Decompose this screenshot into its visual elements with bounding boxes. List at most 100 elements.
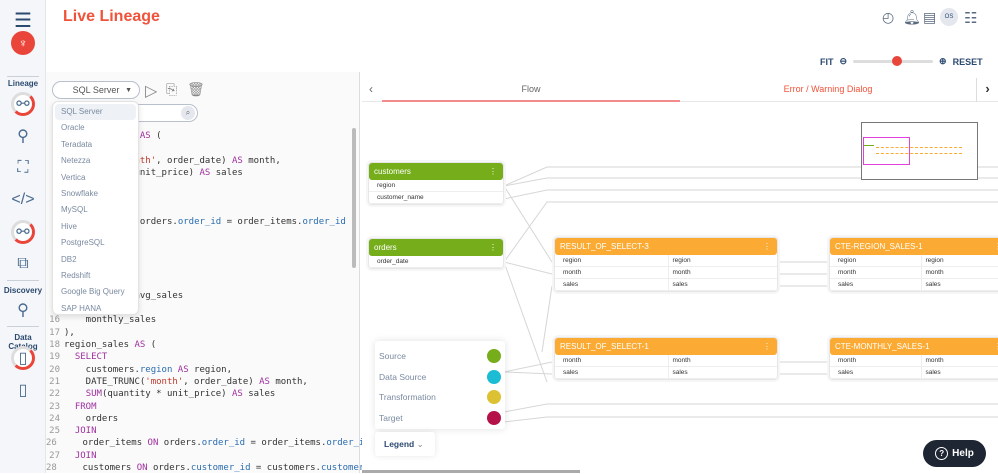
avatar[interactable]: OS [940, 8, 958, 26]
line-number: 19 [46, 351, 64, 363]
tabs-next-icon[interactable]: › [976, 78, 998, 102]
zoom-in-icon[interactable]: ⊕ [939, 56, 947, 67]
flow-nodes-icon[interactable]: ⧉ [11, 252, 35, 276]
code-line: 17), [46, 327, 352, 339]
copy-file-icon[interactable]: ⎘ [166, 81, 177, 98]
node-column: regionregion [555, 255, 777, 267]
zoom-out-icon[interactable]: ⊖ [840, 56, 848, 67]
dropdown-option[interactable]: Hive [53, 219, 138, 235]
legend-toggle-button[interactable]: Legend ⌄ [375, 432, 435, 456]
zoom-slider[interactable] [853, 60, 933, 63]
dropdown-option[interactable]: SAP HANA [53, 301, 138, 317]
legend-color-dot [487, 370, 501, 384]
dropdown-option[interactable]: MySQL [53, 202, 138, 218]
node-title: orders [374, 243, 397, 252]
line-number: 25 [46, 425, 64, 437]
book-icon[interactable]: ▯ [11, 378, 35, 402]
zoom-slider-handle[interactable] [892, 56, 902, 66]
column-source: region [563, 255, 668, 266]
node-menu-icon[interactable]: ⋮ [763, 238, 771, 255]
divider [7, 76, 39, 77]
node-menu-icon[interactable]: ⋮ [994, 238, 998, 255]
dropdown-option[interactable]: PostgreSQL [53, 235, 138, 251]
sidebar-section-discovery: Discovery [0, 286, 46, 295]
column-target: month [668, 267, 778, 278]
code-text: SUM(quantity * unit_price) AS sales [64, 388, 275, 400]
code-line: 24 orders [46, 413, 352, 425]
tab-error-warning-dialog[interactable]: Error / Warning Dialog [680, 78, 976, 102]
tab-flow[interactable]: Flow [382, 78, 680, 102]
node-result-of-select-3[interactable]: RESULT_OF_SELECT-3⋮regionregionmonthmont… [554, 237, 778, 292]
live-lineage-icon[interactable]: ⚯ [11, 220, 35, 244]
column-target: month [668, 355, 778, 366]
telescope-icon[interactable]: ⚲ [11, 298, 35, 322]
code-text: ), [64, 327, 75, 339]
dropdown-option[interactable]: DB2 [53, 252, 138, 268]
run-icon[interactable]: ▷ [145, 81, 157, 101]
column-source: sales [838, 279, 921, 290]
bell-icon[interactable]: 🔔︎ [903, 9, 921, 26]
history-icon[interactable]: ◴ [882, 9, 894, 26]
legend-color-dot [487, 390, 501, 404]
node-column: monthmonth [830, 267, 998, 279]
graph-nodes-icon[interactable]: ⚲ [11, 124, 35, 148]
chevron-down-icon: ▼ [125, 87, 132, 94]
dropdown-option[interactable]: Teradata [53, 137, 138, 153]
database-select[interactable]: SQL Server▼ [52, 81, 140, 99]
dropdown-option[interactable]: SQL Server [55, 104, 136, 120]
edge [504, 262, 552, 274]
minimap-viewport[interactable] [863, 137, 910, 165]
node-result-of-select-1[interactable]: RESULT_OF_SELECT-1⋮monthmonthsalessales [554, 337, 778, 380]
code-text: customers.region AS region, [64, 364, 232, 376]
minimap[interactable] [861, 122, 978, 180]
column-source: sales [563, 367, 668, 378]
line-number: 28 [46, 462, 61, 474]
node-cte-region-sales-1[interactable]: CTE-REGION_SALES-1⋮regionregionmonthmont… [829, 237, 998, 292]
hierarchy-icon[interactable]: ⛶ [11, 156, 35, 180]
node-title: RESULT_OF_SELECT-1 [560, 342, 649, 351]
dropdown-option[interactable]: Google Big Query [53, 284, 138, 300]
fit-button[interactable]: FIT [820, 57, 834, 67]
node-menu-icon[interactable]: ⋮ [763, 338, 771, 355]
data-catalog-icon[interactable]: ▯ [11, 346, 35, 370]
dropdown-option[interactable]: Netezza [53, 153, 138, 169]
node-cte-monthly-sales-1[interactable]: CTE-MONTHLY_SALES-1⋮monthmonthsalessales [829, 337, 998, 380]
code-line: 20 customers.region AS region, [46, 364, 352, 376]
tabs-prev-icon[interactable]: ‹ [362, 78, 380, 102]
notebook-icon[interactable]: ▤ [923, 9, 936, 26]
code-icon[interactable]: </> [11, 188, 35, 212]
node-customers[interactable]: customers⋮ region customer_name [368, 162, 504, 205]
code-line: 23 FROM [46, 401, 352, 413]
node-menu-icon[interactable]: ⋮ [489, 239, 497, 256]
column-name: region [377, 180, 503, 191]
list-menu-icon[interactable]: ☷ [964, 9, 977, 27]
dropdown-option[interactable]: Redshift [53, 268, 138, 284]
help-button[interactable]: ?Help [923, 440, 986, 467]
column-target: sales [921, 367, 998, 378]
node-title: CTE-REGION_SALES-1 [835, 242, 923, 251]
node-menu-icon[interactable]: ⋮ [489, 163, 497, 180]
column-name: order_date [377, 256, 503, 267]
node-title: CTE-MONTHLY_SALES-1 [835, 342, 930, 351]
node-orders[interactable]: orders ⋮ order_date [368, 238, 504, 269]
column-target: region [921, 255, 998, 266]
dropdown-option[interactable]: Oracle [53, 120, 138, 136]
line-number: 27 [46, 450, 64, 462]
code-text: region_sales AS ( [64, 339, 156, 351]
code-text: customers ON orders.customer_id = custom… [61, 462, 381, 474]
column-name: customer_name [377, 192, 503, 203]
reset-button[interactable]: RESET [953, 57, 983, 67]
node-column: region [369, 180, 503, 192]
code-line: 22 SUM(quantity * unit_price) AS sales [46, 388, 352, 400]
search-input[interactable]: ⌕ [130, 104, 198, 122]
hamburger-menu-icon[interactable]: ☰ [11, 8, 35, 32]
lineage-icon[interactable]: ⚯ [11, 92, 35, 116]
dropdown-option[interactable]: Snowflake [53, 186, 138, 202]
node-menu-icon[interactable]: ⋮ [994, 338, 998, 355]
dropdown-option[interactable]: Vertica [53, 170, 138, 186]
editor-scrollbar[interactable] [352, 128, 356, 268]
trash-icon[interactable]: 🗑︎ [187, 81, 205, 98]
search-icon[interactable]: ⌕ [181, 106, 195, 120]
node-column: order_date [369, 256, 503, 268]
edge [504, 417, 998, 422]
